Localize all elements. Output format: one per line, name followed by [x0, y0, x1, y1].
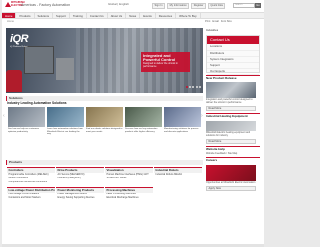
products-grid: Controllers Programmable Controllers (ME… [7, 167, 203, 201]
product-group-processing: Processing Machines Laser Processing Mac… [105, 186, 153, 201]
hero-subline: Designed to deliver the utmost in perfor… [143, 62, 178, 69]
read-more-button[interactable]: Read More [206, 106, 256, 112]
solution-image [125, 107, 162, 127]
solution-image [86, 107, 123, 127]
controller-image [24, 46, 54, 74]
block-text[interactable]: Website Feedback / Site Map [206, 152, 260, 156]
nav-training[interactable]: Training [70, 13, 87, 18]
solution-card[interactable]: See how we help our customers optimize p… [8, 107, 45, 136]
careers-block: Careers Opportunities at Mitsubishi Elec… [206, 157, 260, 192]
main-nav: Home Products Solutions Support Training… [2, 12, 264, 19]
chevron-left-icon[interactable]: ‹ [3, 113, 5, 120]
industries-link[interactable]: Industries [206, 28, 260, 33]
slide-dot[interactable] [186, 86, 188, 88]
website-help-block: Website Help Website Feedback / Site Map [206, 146, 260, 155]
slide-dot[interactable] [189, 86, 192, 88]
slide-dot[interactable] [198, 86, 201, 88]
hero-logo: iQR [10, 33, 29, 45]
hero-logo-sub: iQ Platform Robot [10, 46, 28, 48]
font-size-link[interactable]: Font Size [221, 20, 232, 24]
slide-dot[interactable] [195, 86, 198, 88]
solution-text: Manufacturing solutions for process and … [164, 128, 199, 133]
right-sidebar: Industries Contact Us Locations Distribu… [206, 28, 260, 192]
top-bar: MITSUBISHI ELECTRIC Americas - Factory A… [2, 0, 264, 11]
nav-solutions[interactable]: Solutions [35, 13, 54, 18]
product-group-power-monitoring: Power Monitoring Products Power Manageme… [56, 186, 104, 201]
block-text: Opportunities at Mitsubishi Electric Aut… [206, 180, 256, 184]
block-title: Careers [206, 158, 218, 163]
sign-in-link[interactable]: Sign In [152, 3, 166, 9]
module-image [56, 58, 74, 80]
print-link[interactable]: Print [205, 20, 210, 24]
nav-products[interactable]: Products [16, 13, 35, 18]
nav-resources[interactable]: Resources [156, 13, 177, 18]
apply-button[interactable]: Apply Now [206, 186, 256, 192]
product-group-drives: Drive Products AC Servos (MELSERVO) Inve… [56, 167, 104, 185]
hero-message[interactable]: Integrated and Powerful Control Designed… [141, 52, 190, 72]
solution-text: Learn how automation solutions from Mits… [47, 128, 83, 136]
slide-indicators [186, 86, 201, 88]
block-text: Mitsubishi Electric heating equipment an… [206, 130, 251, 137]
my-information-link[interactable]: My Information [167, 3, 190, 9]
block-title: Industrial Heating Equipment [206, 114, 248, 119]
breadcrumb[interactable]: Home [7, 20, 14, 24]
search-input[interactable]: Search [233, 2, 255, 8]
solution-text: Discover how our key automation products… [125, 128, 158, 133]
solution-card[interactable]: Manufacturing solutions for process and … [164, 107, 201, 136]
product-group-visualization: Visualization Human Machine Interfaces (… [105, 167, 153, 185]
product-link[interactable]: SCADA MC Works [105, 177, 153, 181]
nav-support[interactable]: Support [53, 13, 70, 18]
nav-home[interactable]: Home [2, 13, 17, 18]
nav-about-us[interactable]: About Us [108, 13, 127, 18]
products-header: Products [6, 160, 203, 165]
product-link[interactable]: Contactors and Motor Starters [7, 196, 55, 200]
solution-card[interactable]: Find our robotic solutions designed to m… [86, 107, 123, 136]
block-title: New Product Release [206, 75, 237, 80]
solution-image [47, 107, 84, 127]
product-link[interactable]: Computerized Numerical Controllers [7, 181, 55, 185]
product-group-power-distribution: Low-voltage Power Distribution Products … [7, 186, 55, 201]
read-more-button[interactable]: Read More [206, 139, 256, 145]
product-thumbnail[interactable] [206, 82, 256, 99]
language-selector[interactable]: Global | English [108, 2, 129, 6]
product-link[interactable]: Industrial Robots MELFA [154, 173, 202, 177]
hero-banner[interactable]: iQR iQ Platform Robot Integrated and Pow… [6, 28, 203, 93]
solution-text: Find our robotic solutions designed to m… [86, 128, 123, 133]
solution-image [164, 107, 201, 127]
email-link[interactable]: Email [212, 20, 219, 24]
nav-news[interactable]: News [126, 13, 141, 18]
contact-panel: Contact Us Locations Distributors System… [206, 34, 260, 76]
careers-thumbnail[interactable] [206, 164, 256, 181]
robot-arm-image [6, 70, 22, 92]
product-group-robots: Industrial Robots Industrial Robots MELF… [154, 167, 202, 185]
nav-contact-us[interactable]: Contact Us [87, 13, 108, 18]
heating-thumbnail[interactable] [206, 120, 256, 131]
product-group-controllers: Controllers Programmable Controllers (ME… [7, 167, 55, 185]
quick-links[interactable]: Quick links [207, 3, 226, 9]
nav-where-to-buy[interactable]: Where To Buy [176, 13, 201, 18]
solution-image [8, 107, 45, 127]
hero-headline: Integrated and Powerful Control [143, 53, 176, 63]
solutions-title: Industry Leading Automation Solutions [7, 101, 67, 105]
block-text: Integration and powerful control designe… [206, 98, 253, 105]
solution-card[interactable]: Discover how our key automation products… [125, 107, 162, 136]
solutions-carousel: See how we help our customers optimize p… [8, 107, 203, 136]
company-logo[interactable]: MITSUBISHI ELECTRIC [5, 1, 25, 10]
register-link[interactable]: Register [191, 3, 206, 9]
solution-card[interactable]: Learn how automation solutions from Mits… [47, 107, 84, 136]
page: MITSUBISHI ELECTRIC Americas - Factory A… [2, 0, 264, 247]
new-product-block: New Product Release Integration and powe… [206, 74, 260, 112]
search-button[interactable]: Go [255, 2, 261, 8]
site-title: Americas - Factory Automation [21, 3, 71, 7]
solution-text: See how we help our customers optimize p… [8, 128, 40, 133]
top-links: Sign In My Information Register Quick li… [152, 3, 226, 9]
contact-title[interactable]: Contact Us [207, 35, 259, 45]
product-link[interactable]: Inverters (FREQROL) [56, 177, 104, 181]
heating-block: Industrial Heating Equipment Mitsubishi … [206, 113, 260, 145]
page-tools: Print Email Font Size [205, 20, 232, 24]
nav-events[interactable]: Events [140, 13, 156, 18]
product-link[interactable]: Electrical Discharge Machines [105, 196, 153, 200]
slide-dot[interactable] [192, 86, 195, 88]
product-link[interactable]: Energy Saving Supporting Devices [56, 196, 104, 200]
